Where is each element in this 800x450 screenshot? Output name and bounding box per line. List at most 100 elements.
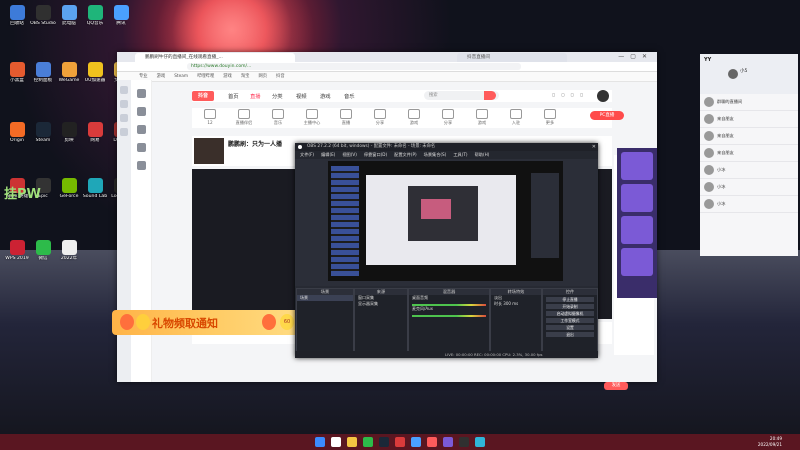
desktop-icon[interactable]: 2022年 (56, 240, 82, 272)
nav-follow-icon[interactable] (136, 125, 146, 134)
obs-menu-item[interactable]: 文件(F) (300, 152, 314, 157)
taskbar-app-icon[interactable] (475, 437, 485, 447)
duration-input[interactable]: 300 ms (503, 301, 518, 306)
gift-notice-banner[interactable]: 礼物频取通知 60 (112, 310, 322, 335)
sidebar-star-icon[interactable] (120, 86, 128, 94)
obs-control-button[interactable]: 退出 (546, 332, 594, 337)
taskbar-app-icon[interactable] (347, 437, 357, 447)
source-item[interactable]: 显示器采集 (355, 301, 407, 307)
nav-video[interactable]: 视频 (296, 92, 307, 100)
sidebar-settings-icon[interactable] (120, 128, 128, 136)
nav-category[interactable]: 分类 (272, 92, 283, 100)
search-icon[interactable] (484, 91, 496, 100)
promo-card[interactable] (621, 184, 653, 212)
taskbar-app-icon[interactable] (363, 437, 373, 447)
desktop-icon[interactable]: GeForce (56, 178, 82, 210)
desktop-icon[interactable]: UU加速器 (82, 62, 108, 94)
chat-list-item[interactable]: 小冰 (700, 196, 798, 213)
nav-recommend-icon[interactable] (136, 107, 146, 116)
category-item[interactable]: 分享 (434, 108, 462, 126)
promo-card[interactable] (621, 248, 653, 276)
taskbar-clock[interactable]: 20:49 2022/09/21 (758, 436, 782, 447)
volume-meter[interactable] (412, 315, 486, 317)
desktop-icon[interactable]: 腾讯 (108, 5, 134, 37)
category-item[interactable]: 游戏 (468, 108, 496, 126)
category-item[interactable]: 主播中心 (298, 108, 326, 126)
desktop-icon[interactable]: 微信 (30, 240, 56, 272)
streamer-avatar[interactable] (194, 138, 224, 164)
chat-list-item[interactable]: 小冰 (700, 162, 798, 179)
desktop-icon[interactable]: QQ音乐 (82, 5, 108, 37)
avatar[interactable] (728, 69, 738, 79)
promo-card[interactable] (621, 216, 653, 244)
obs-control-button[interactable]: 开始录制 (546, 304, 594, 309)
bookmark-item[interactable]: Steam (174, 74, 188, 79)
desktop-icon[interactable]: Origin (4, 122, 30, 154)
url-field[interactable]: https://www.douyin.com/... (187, 63, 521, 70)
desktop-icon[interactable]: Sound Lab (82, 178, 108, 210)
obs-menu-item[interactable]: 编辑(E) (321, 152, 335, 157)
desktop-icon[interactable]: 网易 (82, 122, 108, 154)
nav-home[interactable]: 首页 (228, 92, 239, 100)
category-item[interactable]: 入驻 (502, 108, 530, 126)
desktop-icon[interactable]: 小黑盒 (4, 62, 30, 94)
bookmark-item[interactable]: 游戏 (223, 74, 232, 79)
obs-menu-item[interactable]: 配置文件(P) (394, 152, 417, 157)
obs-preview[interactable] (328, 161, 563, 281)
nav-live[interactable]: 直播 (250, 92, 261, 100)
chat-list-item[interactable]: 来自朋友 (700, 145, 798, 162)
nav-my-icon[interactable] (136, 161, 146, 170)
taskbar-app-icon[interactable] (331, 437, 341, 447)
obs-control-button[interactable]: 启动虚拟摄像机 (546, 311, 594, 316)
obs-control-button[interactable]: 工作室模式 (546, 318, 594, 323)
obs-menu-item[interactable]: 停靠窗口(D) (364, 152, 387, 157)
taskbar-app-icon[interactable] (315, 437, 325, 447)
taskbar-app-icon[interactable] (443, 437, 453, 447)
bookmark-item[interactable]: 哔哩哔哩 (197, 74, 214, 79)
category-item[interactable]: 游戏 (400, 108, 428, 126)
bookmark-item[interactable]: 游戏 (157, 74, 166, 79)
desktop-icon[interactable]: WeGame (56, 62, 82, 94)
bookmark-item[interactable]: 网页 (258, 74, 267, 79)
category-item[interactable]: 12 (196, 108, 224, 125)
nav-music[interactable]: 音乐 (344, 92, 355, 100)
header-icons[interactable]: ◻◻◻◻ (552, 92, 589, 97)
douyin-logo[interactable]: 抖音 (192, 91, 214, 101)
desktop-icon[interactable]: WPS 2019 (4, 240, 30, 272)
chat-list-item[interactable]: 来自朋友 (700, 128, 798, 145)
chat-list-item[interactable]: 群聊的直播间 (700, 94, 798, 111)
category-item[interactable]: 更多 (536, 108, 564, 126)
category-item[interactable]: 直播伴侣 (230, 108, 258, 126)
sidebar-download-icon[interactable] (120, 114, 128, 122)
nav-game[interactable]: 游戏 (320, 92, 331, 100)
desktop-icon[interactable]: 剪映 (56, 122, 82, 154)
taskbar-app-icon[interactable] (427, 437, 437, 447)
promo-card[interactable] (621, 152, 653, 180)
obs-control-button[interactable]: 设置 (546, 325, 594, 330)
pc-live-button[interactable]: PC直播 (590, 111, 624, 120)
desktop-icon[interactable]: Steam (30, 122, 56, 154)
desktop-icon[interactable]: OBS Studio (30, 5, 56, 37)
desktop-icon[interactable]: 控制面板 (30, 62, 56, 94)
user-avatar[interactable] (597, 90, 609, 102)
taskbar-app-icon[interactable] (459, 437, 469, 447)
bookmark-item[interactable]: 抖音 (276, 74, 285, 79)
obs-menu-item[interactable]: 场景集合(S) (424, 152, 447, 157)
taskbar-app-icon[interactable] (379, 437, 389, 447)
sidebar-history-icon[interactable] (120, 100, 128, 108)
scene-item[interactable]: 场景 (297, 295, 353, 301)
obs-menu-item[interactable]: 视图(V) (342, 152, 357, 157)
bookmark-item[interactable]: 专业 (139, 74, 148, 79)
category-item[interactable]: 直播 (332, 108, 360, 126)
send-button[interactable]: 发送 (604, 382, 628, 390)
promo-strip[interactable] (617, 148, 657, 298)
bookmark-item[interactable]: 淘宝 (241, 74, 250, 79)
nav-home-icon[interactable] (136, 89, 146, 98)
close-icon[interactable]: ✕ (592, 143, 596, 151)
tab-live-room[interactable]: 鹏鹏刷牛仔的直播间_在线观看直播_... (135, 53, 295, 62)
chat-list-item[interactable]: 小冰 (700, 179, 798, 196)
taskbar-app-icon[interactable] (395, 437, 405, 447)
tab-douyin[interactable]: 抖音直播间 (457, 53, 567, 62)
obs-menu-item[interactable]: 工具(T) (453, 152, 467, 157)
category-item[interactable]: 分享 (366, 108, 394, 126)
